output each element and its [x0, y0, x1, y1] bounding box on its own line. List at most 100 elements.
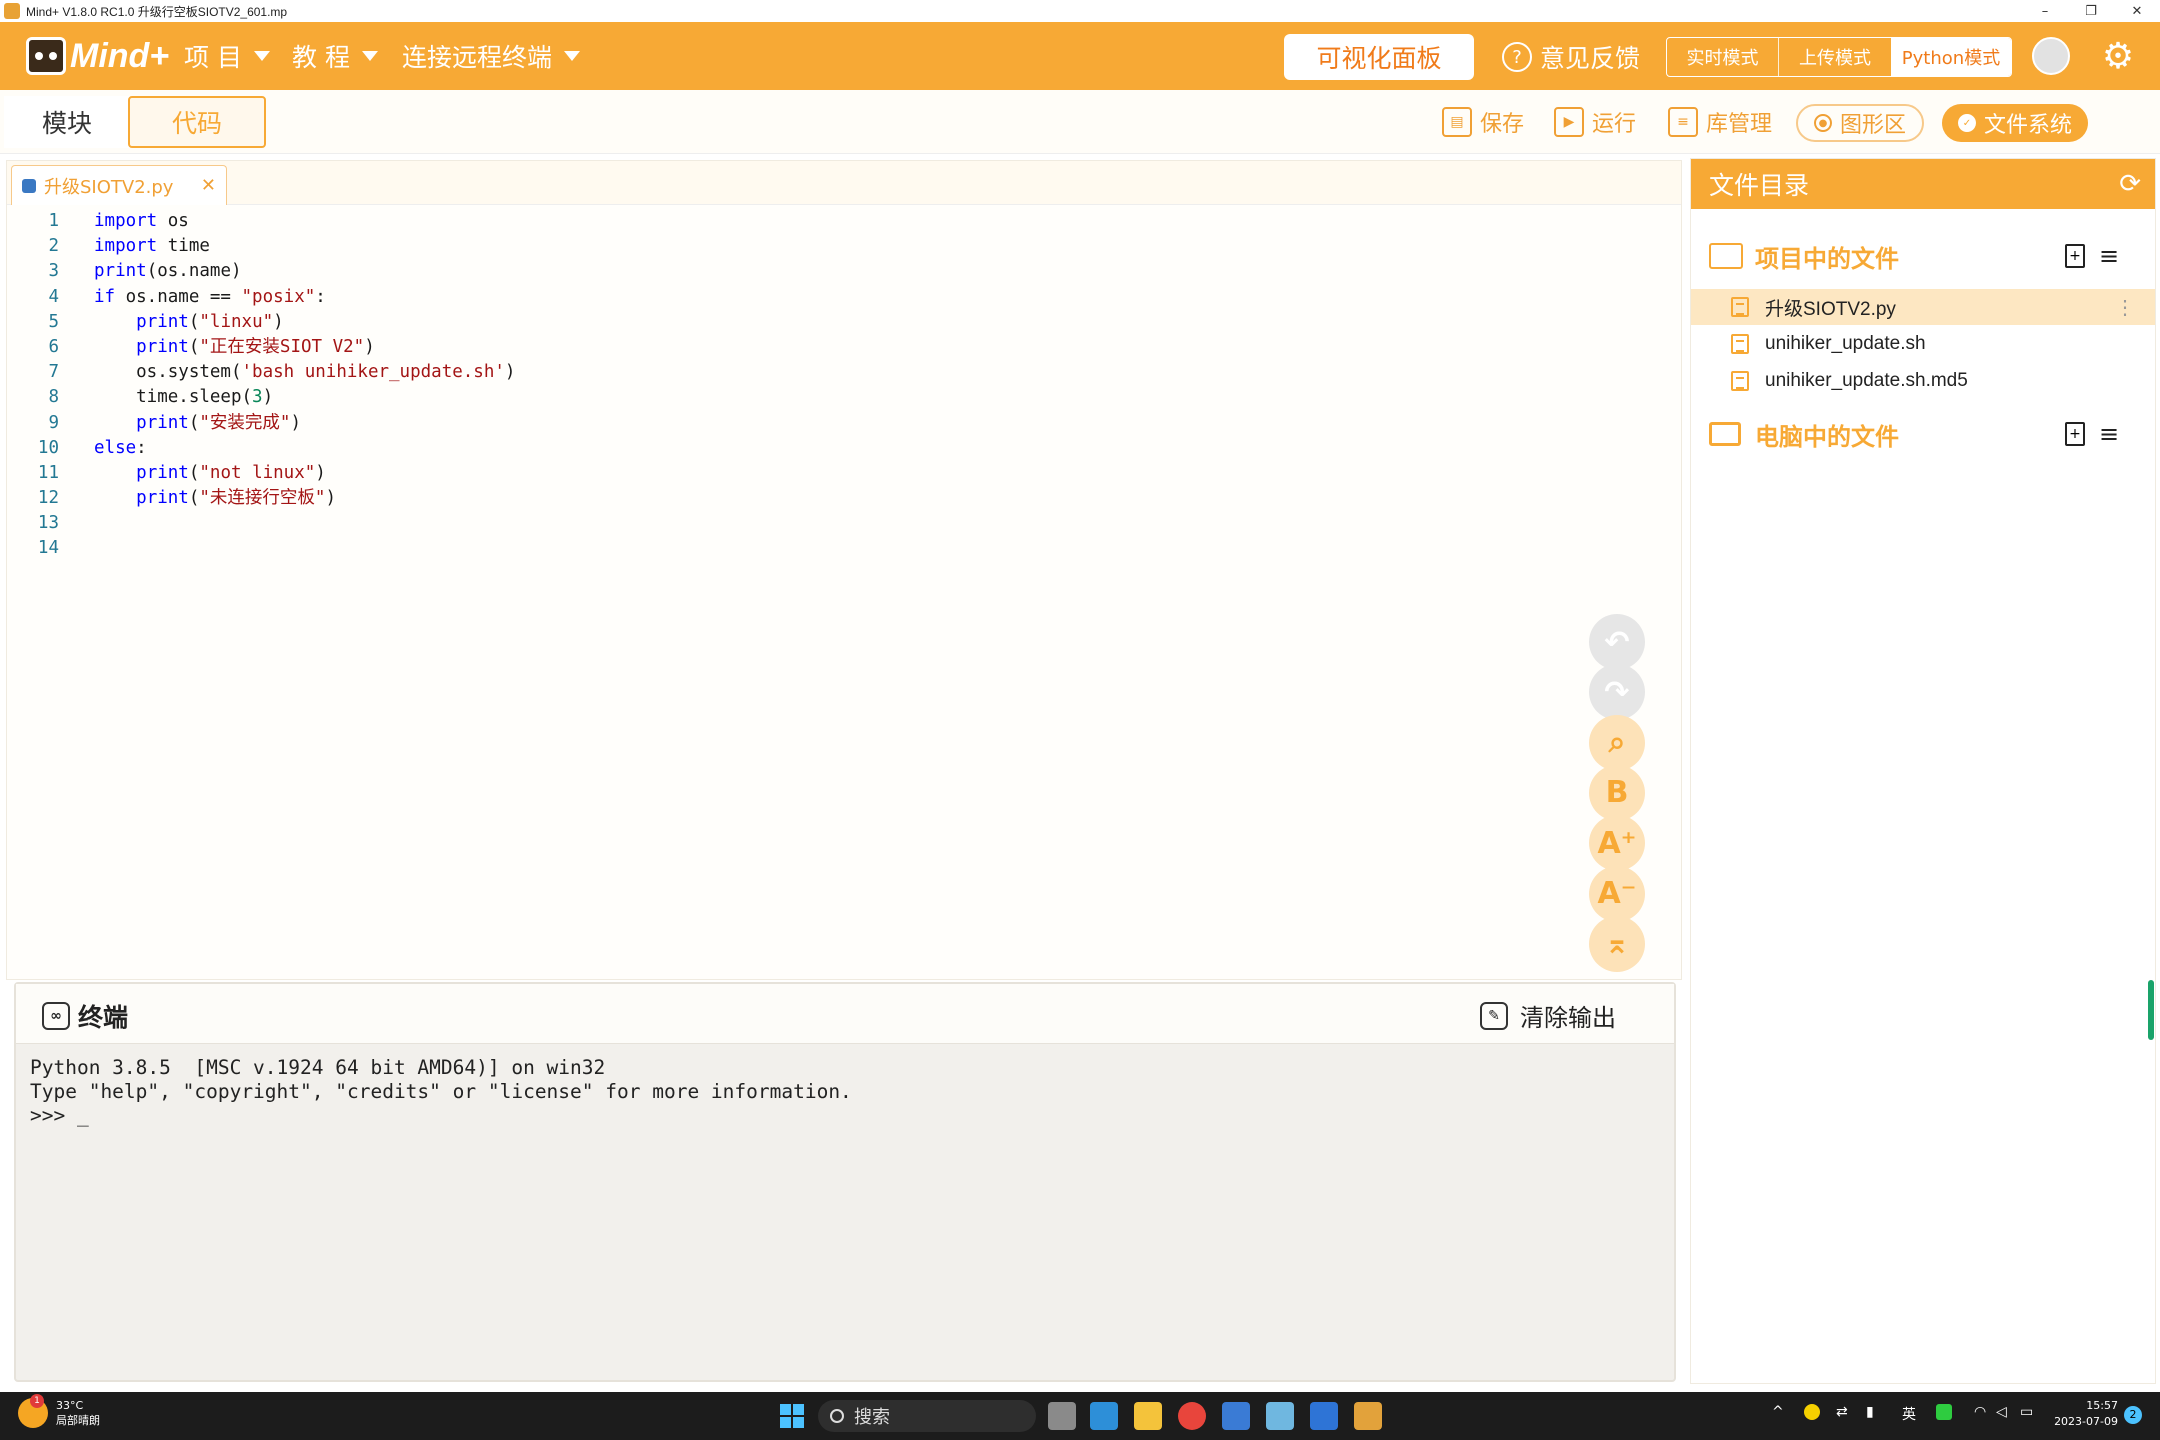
signal-icon[interactable]: ▮ — [1866, 1404, 1874, 1420]
menu-icon[interactable]: ≡ — [2099, 420, 2119, 448]
taskbar-search[interactable]: 搜索 — [818, 1400, 1036, 1432]
code-line[interactable]: 12 print("未连接行空板") — [7, 486, 1681, 511]
visual-panel-button[interactable]: 可视化面板 — [1284, 34, 1474, 80]
radio-icon: ● — [1814, 114, 1832, 132]
line-number: 7 — [48, 362, 59, 383]
redo-button[interactable]: ↷ — [1589, 664, 1645, 721]
tray-app-icon[interactable] — [1804, 1404, 1820, 1420]
search-icon — [830, 1409, 844, 1423]
gear-icon[interactable]: ⚙ — [2098, 36, 2138, 77]
file-directory-panel: 文件目录 ⟳ 项目中的文件 + ≡ 升级SIOTV2.py ⋮ unihiker_u… — [1690, 158, 2156, 1384]
maximize-button[interactable]: ❐ — [2068, 0, 2114, 22]
line-code: if os.name == "posix": — [94, 286, 326, 307]
code-line[interactable]: 10 else: — [7, 436, 1681, 461]
code-line[interactable]: 6 print("正在安装SIOT V2") — [7, 335, 1681, 360]
chevron-up-icon[interactable]: ^ — [1772, 1404, 1784, 1420]
mode-realtime[interactable]: 实时模式 — [1667, 38, 1779, 76]
code-line[interactable]: 11 print("not linux") — [7, 461, 1681, 486]
top-navbar: Mind+ 项 目 教 程 连接远程终端 可视化面板 ? 意见反馈 实时模式 上… — [0, 22, 2160, 90]
code-line[interactable]: 4 if os.name == "posix": — [7, 285, 1681, 310]
save-button[interactable]: ▤ 保存 — [1442, 102, 1524, 142]
feedback-button[interactable]: ? 意见反馈 — [1502, 34, 1640, 80]
menu-remote-terminal[interactable]: 连接远程终端 — [402, 22, 581, 90]
mindplus-taskbar-icon[interactable] — [1354, 1402, 1382, 1430]
taskbar-clock[interactable]: 15:57 2023-07-09 — [2052, 1398, 2118, 1430]
project-files-title: 项目中的文件 — [1755, 244, 1899, 273]
app-icon-phone[interactable] — [1310, 1402, 1338, 1430]
close-tab-icon[interactable]: ✕ — [201, 175, 216, 196]
refresh-icon[interactable]: ⟳ — [2119, 169, 2141, 199]
terminal-output[interactable]: Python 3.8.5 [MSC v.1924 64 bit AMD64)] … — [30, 1056, 852, 1128]
undo-button[interactable]: ↶ — [1589, 614, 1645, 670]
file-explorer-icon[interactable] — [1134, 1402, 1162, 1430]
app-icon-lightblue[interactable] — [1266, 1402, 1294, 1430]
graphics-area-button[interactable]: ● 图形区 — [1796, 104, 1925, 142]
project-files-section[interactable]: 项目中的文件 + ≡ — [1691, 231, 2155, 281]
computer-files-section[interactable]: 电脑中的文件 + ≡ — [1691, 409, 2155, 459]
chevron-down-icon — [564, 51, 581, 61]
terminal-title-label: 终端 — [78, 1003, 129, 1032]
menu-tutorial[interactable]: 教 程 — [292, 22, 378, 90]
file-tab[interactable]: 升级SIOTV2.py ✕ — [11, 165, 227, 205]
code-line[interactable]: 7 os.system('bash unihiker_update.sh') — [7, 360, 1681, 385]
tab-blocks[interactable]: 模块 — [4, 96, 130, 148]
chrome-icon[interactable] — [1178, 1402, 1206, 1430]
font-increase-button[interactable]: A⁺ — [1589, 815, 1645, 872]
mode-upload[interactable]: 上传模式 — [1779, 38, 1891, 76]
menu-icon[interactable]: ≡ — [2099, 242, 2119, 270]
battery-icon[interactable]: ▭ — [2020, 1404, 2033, 1420]
sync-icon[interactable]: ⇄ — [1836, 1404, 1848, 1420]
menu-project[interactable]: 项 目 — [184, 22, 270, 90]
minimize-button[interactable]: – — [2022, 0, 2068, 22]
close-window-button[interactable]: ✕ — [2114, 0, 2160, 22]
wechat-icon[interactable] — [1936, 1404, 1952, 1420]
code-line[interactable]: 13 — [7, 511, 1681, 536]
file-list-item[interactable]: unihiker_update.sh — [1691, 326, 2155, 362]
add-file-icon[interactable]: + — [2065, 422, 2085, 446]
code-line[interactable]: 1 import os — [7, 209, 1681, 234]
file-name: 升级SIOTV2.py — [1765, 298, 1896, 320]
weather-sun-icon: 1 — [18, 1394, 48, 1428]
line-code: print("正在安装SIOT V2") — [136, 336, 375, 357]
font-decrease-button[interactable]: A⁻ — [1589, 865, 1645, 922]
line-code: print("not linux") — [136, 462, 326, 483]
weather-temp: 33°C — [56, 1399, 84, 1412]
wifi-icon[interactable]: ◠ — [1974, 1404, 1986, 1420]
file-list-item[interactable]: unihiker_update.sh.md5 — [1691, 363, 2155, 399]
ime-indicator[interactable]: 英 — [1902, 1404, 1916, 1424]
format-button[interactable]: B — [1589, 764, 1645, 821]
user-avatar[interactable] — [2032, 37, 2070, 75]
broom-icon: ✎ — [1480, 1001, 1508, 1030]
tab-code[interactable]: 代码 — [128, 96, 266, 148]
task-view-icon[interactable] — [1048, 1402, 1076, 1430]
editor-toolbar: 模块 代码 ▤ 保存 ▶ 运行 ≡ 库管理 ● 图形区 ✓ 文件系统 — [0, 90, 2160, 154]
code-line[interactable]: 14 — [7, 536, 1681, 561]
file-system-button[interactable]: ✓ 文件系统 — [1942, 104, 2089, 142]
line-code: else: — [94, 437, 147, 458]
notification-badge[interactable]: 2 — [2124, 1406, 2142, 1424]
file-list-item[interactable]: 升级SIOTV2.py ⋮ — [1691, 289, 2155, 325]
chevron-down-icon — [253, 51, 270, 61]
vscode-icon[interactable] — [1090, 1402, 1118, 1430]
code-line[interactable]: 3 print(os.name) — [7, 259, 1681, 284]
code-line[interactable]: 8 time.sleep(3) — [7, 385, 1681, 410]
add-file-icon[interactable]: + — [2065, 244, 2085, 268]
windows-start-icon[interactable] — [780, 1404, 804, 1428]
code-line[interactable]: 2 import time — [7, 234, 1681, 259]
library-manager-button[interactable]: ≡ 库管理 — [1668, 102, 1772, 142]
scrollbar-indicator[interactable] — [2148, 980, 2154, 1040]
code-line[interactable]: 5 print("linxu") — [7, 310, 1681, 335]
run-button[interactable]: ▶ 运行 — [1554, 102, 1636, 142]
app-icon-blue[interactable] — [1222, 1402, 1250, 1430]
help-circle-icon: ? — [1502, 42, 1532, 72]
terminal-header: ∞ 终端 ✎ 清除输出 — [16, 984, 1674, 1044]
scroll-top-button[interactable]: ⌅ — [1589, 915, 1645, 972]
more-options-icon[interactable]: ⋮ — [2115, 295, 2135, 320]
clear-output-button[interactable]: ✎ 清除输出 — [1480, 998, 1616, 1033]
volume-icon[interactable]: ◁ — [1996, 1404, 2007, 1420]
code-line[interactable]: 9 print("安装完成") — [7, 411, 1681, 436]
mode-python[interactable]: Python模式 — [1891, 38, 2011, 76]
code-area[interactable]: 1 import os 2 import time 3 print(os.name) 4 if… — [7, 209, 1681, 562]
search-button[interactable]: ⌕ — [1589, 714, 1645, 771]
weather-widget[interactable]: 1 33°C 局部晴朗 — [18, 1394, 100, 1428]
